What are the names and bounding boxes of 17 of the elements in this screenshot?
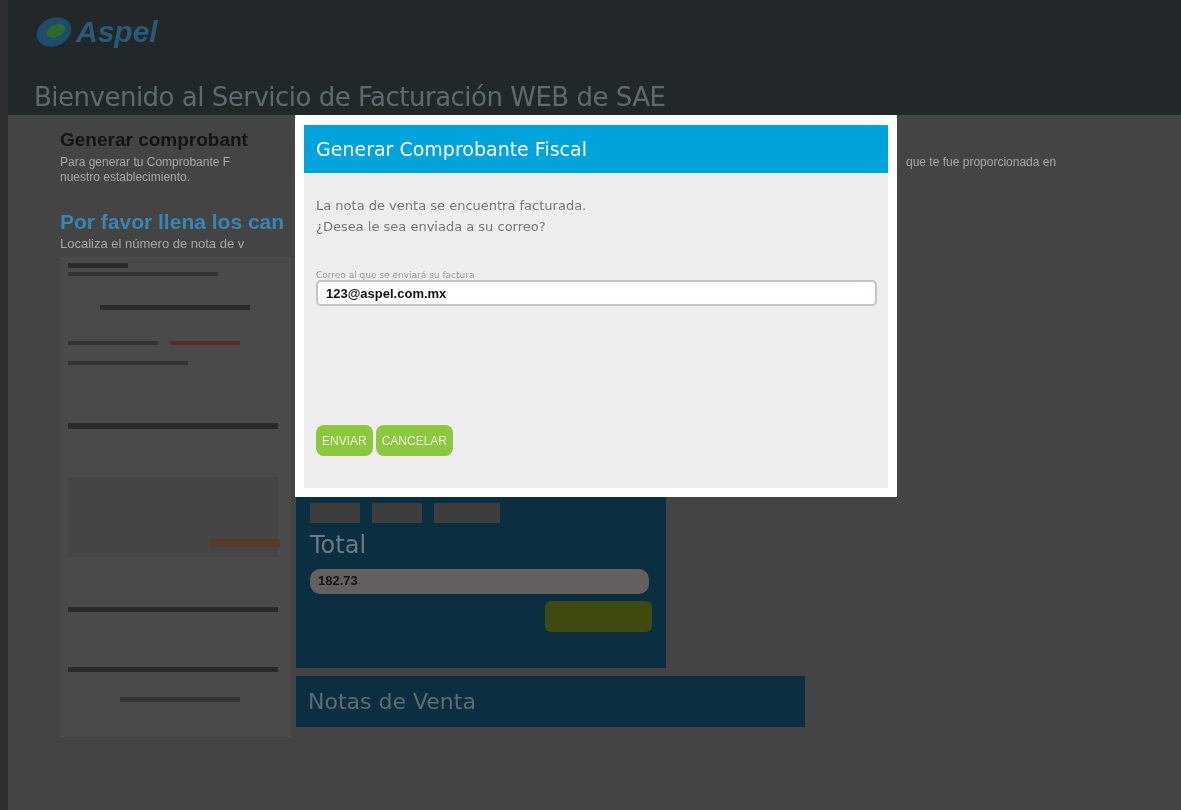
dialog-title: Generar Comprobante Fiscal xyxy=(304,125,888,173)
form-heading: Por favor llena los can xyxy=(60,210,285,234)
total-field[interactable]: 182.73 xyxy=(310,569,649,594)
dialog-button[interactable]: ENVIAR xyxy=(316,425,373,456)
email-label: Correo al que se enviará su factura xyxy=(316,270,476,280)
intro-text: nuestro establecimiento. xyxy=(60,170,192,184)
intro-text: que te fue proporcionada en xyxy=(906,155,1057,169)
email-field[interactable]: 123@aspel.com.mx xyxy=(316,280,877,306)
notes-title: Notas de Venta xyxy=(308,689,476,714)
dialog-button[interactable]: CANCELAR xyxy=(375,425,454,456)
page-title: Bienvenido al Servicio de Facturación WEB de SAE xyxy=(34,82,667,112)
dialog-message: La nota de venta se encuentra facturada. xyxy=(316,197,588,215)
logo-text: Aspel xyxy=(76,15,158,49)
dialog-message: ¿Desea le sea enviada a su correo? xyxy=(316,218,547,236)
intro-text: Para generar tu Comprobante F xyxy=(60,155,232,169)
total-label: Total xyxy=(310,531,368,559)
form-hint: Localiza el número de nota de v xyxy=(60,236,246,251)
